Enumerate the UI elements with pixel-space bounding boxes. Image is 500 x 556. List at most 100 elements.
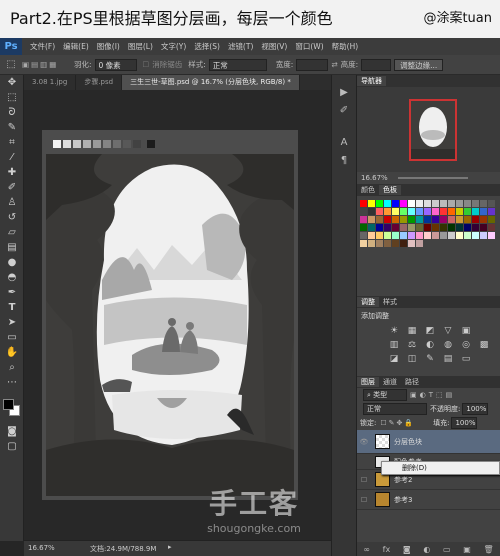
trash-icon[interactable]: 🗑 [483,545,493,554]
character-panel-icon[interactable]: A [332,133,356,151]
channel-mixer-icon[interactable]: ◎ [460,340,472,350]
swatch-cell[interactable] [488,208,495,215]
navigator-zoom-slider[interactable] [397,177,468,179]
swatch-cell[interactable] [416,216,423,223]
swatch-cell[interactable] [416,224,423,231]
swatch-cell[interactable] [384,232,391,239]
lasso-tool-icon[interactable]: ᘐ [0,105,24,120]
swatch-cell[interactable] [360,200,367,207]
extra-tool-icon[interactable]: ⋯ [0,375,24,390]
tab-doc-2[interactable]: 步骤.psd [76,75,123,90]
swatch-cell[interactable] [432,200,439,207]
swatch-cell[interactable] [456,208,463,215]
history-brush-icon[interactable]: ↺ [0,210,24,225]
status-arrow-icon[interactable]: ▸ [168,543,172,551]
link-layers-icon[interactable]: ∞ [363,545,370,554]
swatch-cell[interactable] [480,200,487,207]
swatch-cell[interactable] [456,200,463,207]
eraser-tool-icon[interactable]: ▱ [0,225,24,240]
swatch-cell[interactable] [440,224,447,231]
swatch-cell[interactable] [424,200,431,207]
swatch-cell[interactable] [416,208,423,215]
swatch-cell[interactable] [480,224,487,231]
zoom-level[interactable]: 16.67% [28,544,55,552]
height-input[interactable] [361,58,392,71]
document-canvas[interactable] [42,130,298,500]
swatch-cell[interactable] [376,208,383,215]
swatch-cell[interactable] [360,208,367,215]
swatch-cell[interactable] [472,224,479,231]
swatch-cell[interactable] [400,232,407,239]
menu-edit[interactable]: 编辑(E) [59,41,93,52]
swatch-cell[interactable] [416,200,423,207]
swatch-cell[interactable] [456,232,463,239]
navigator-tab[interactable]: 导航器 [357,76,386,86]
swatch-cell[interactable] [376,216,383,223]
menu-file[interactable]: 文件(F) [26,41,59,52]
swatch-cell[interactable] [432,224,439,231]
screen-mode-icon[interactable]: ▢ [0,439,24,454]
swatch-cell[interactable] [440,208,447,215]
navigator-zoom[interactable]: 16.67% [361,174,388,182]
menu-window[interactable]: 窗口(W) [291,41,327,52]
swatch-cell[interactable] [464,208,471,215]
layer-style-icon[interactable]: fx [383,545,391,554]
swatch-cell[interactable] [464,224,471,231]
swatch-cell[interactable] [400,240,407,247]
swatch-cell[interactable] [416,240,423,247]
tab-paths[interactable]: 路径 [401,377,423,387]
tab-doc-active[interactable]: 三生三世-草图.psd @ 16.7% (分层色块, RGB/8) * [122,75,300,90]
swatch-cell[interactable] [448,216,455,223]
swatch-cell[interactable] [360,216,367,223]
crop-tool-icon[interactable]: ⌗ [0,135,24,150]
swatch-cell[interactable] [416,232,423,239]
swatch-cell[interactable] [408,200,415,207]
swatch-cell[interactable] [424,216,431,223]
swatch-cell[interactable] [472,208,479,215]
bw-adjust-icon[interactable]: ◐ [424,340,436,350]
layer-row-0[interactable]: 👁 分层色块 [357,430,500,454]
swatch-cell[interactable] [384,216,391,223]
swatch-cell[interactable] [440,216,447,223]
swatch-cell[interactable] [408,232,415,239]
swatch-cell[interactable] [408,208,415,215]
swatch-cell[interactable] [488,224,495,231]
menu-help[interactable]: 帮助(H) [328,41,363,52]
paragraph-panel-icon[interactable]: ¶ [332,151,356,169]
menu-select[interactable]: 选择(S) [190,41,224,52]
canvas-area[interactable]: 手工客 shougongke.com [24,90,331,540]
swatch-cell[interactable] [384,208,391,215]
selection-mode-icons[interactable]: ▣▤▥▦ [22,60,74,69]
color-lookup-icon[interactable]: ▩ [478,340,490,350]
swatch-cell[interactable] [392,224,399,231]
swatch-cell[interactable] [432,232,439,239]
marquee-tool-icon[interactable]: ⬚ [0,59,22,70]
swatch-cell[interactable] [368,216,375,223]
swatch-cell[interactable] [384,200,391,207]
quick-mask-icon[interactable]: ◙ [0,424,24,439]
navigator-thumbnail[interactable] [409,99,457,161]
lock-icons[interactable]: ☐✎✥🔒 [380,419,415,427]
gradient-tool-icon[interactable]: ▤ [0,240,24,255]
swatch-cell[interactable] [456,224,463,231]
hand-tool-icon[interactable]: ✋ [0,345,24,360]
swatch-cell[interactable] [432,216,439,223]
menu-filter[interactable]: 滤镜(T) [224,41,257,52]
layer-name[interactable]: 参考3 [394,495,412,505]
style-select[interactable]: 正常 [208,58,267,71]
swatch-cell[interactable] [392,232,399,239]
brush-preset-icon[interactable]: ✐ [332,101,356,119]
layer-name[interactable]: 参考2 [394,475,412,485]
swatch-cell[interactable] [488,216,495,223]
swatch-cell[interactable] [376,224,383,231]
swatch-cell[interactable] [392,200,399,207]
swatch-cell[interactable] [368,232,375,239]
swatch-cell[interactable] [400,200,407,207]
stamp-tool-icon[interactable]: ♙ [0,195,24,210]
swatch-cell[interactable] [376,232,383,239]
swatch-cell[interactable] [360,232,367,239]
swatch-cell[interactable] [440,200,447,207]
swatch-cell[interactable] [440,232,447,239]
eyedropper-tool-icon[interactable]: ⁄ [0,150,24,165]
hue-adjust-icon[interactable]: ▥ [388,340,400,350]
